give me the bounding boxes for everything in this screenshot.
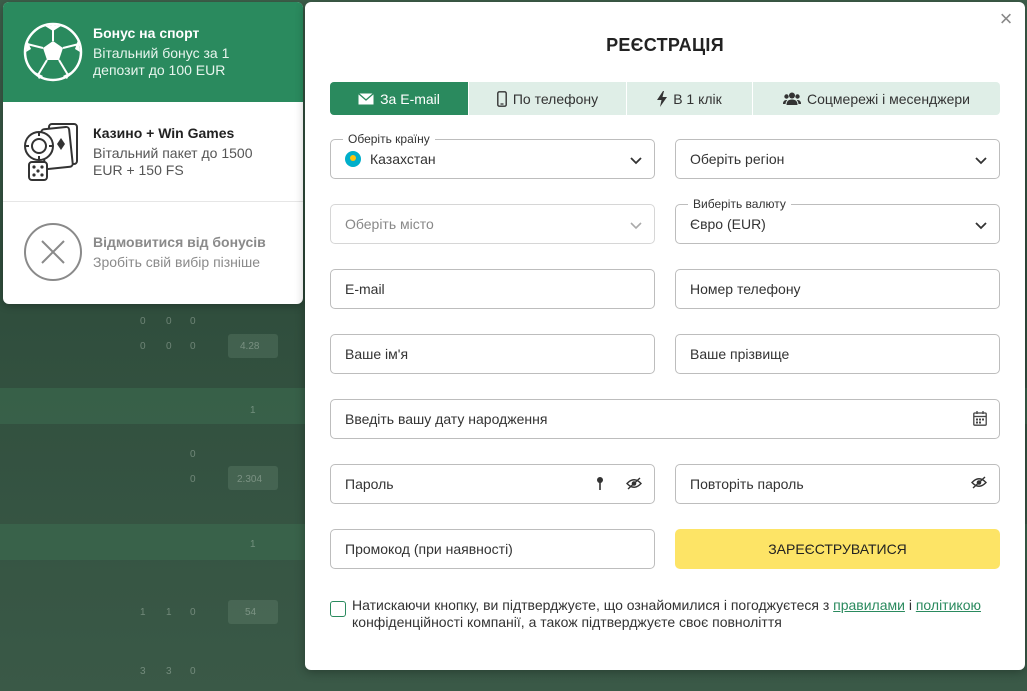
first-name-placeholder: Ваше ім'я [345, 346, 409, 362]
close-circle-icon [23, 222, 83, 282]
background-cell: 0 [166, 341, 172, 352]
chevron-down-icon [630, 153, 642, 169]
consent-text-part: і [904, 597, 916, 613]
region-placeholder: Оберіть регіон [690, 151, 785, 167]
users-icon [783, 92, 802, 105]
background-cell: 1 [140, 607, 146, 618]
background-cell: 0 [190, 316, 196, 327]
envelope-icon [358, 92, 375, 105]
promo-code-field[interactable]: Промокод (при наявності) [330, 529, 655, 569]
background-cell: 1 [250, 405, 256, 416]
country-select[interactable]: Оберіть країну Казахстан [330, 133, 655, 179]
background-cell: 0 [190, 341, 196, 352]
country-label: Оберіть країну [343, 133, 435, 145]
background-cell: 0 [166, 316, 172, 327]
tab-phone[interactable]: По телефону [469, 82, 627, 115]
email-placeholder: E-mail [345, 281, 385, 297]
region-select[interactable]: Оберіть регіон [675, 139, 1000, 179]
promo-placeholder: Промокод (при наявності) [345, 541, 513, 557]
tab-label: В 1 клік [673, 90, 722, 107]
privacy-policy-link[interactable]: політикою [916, 597, 981, 613]
chevron-down-icon [630, 218, 642, 234]
consent-row: Натискаючи кнопку, ви підтверджуєте, що … [330, 597, 1010, 631]
background-cell: 4.28 [240, 341, 260, 352]
background-cell: 0 [190, 666, 196, 677]
password-placeholder: Пароль [345, 476, 394, 492]
bonus-casino-title: Казино + Win Games [93, 124, 235, 141]
tab-social[interactable]: Соцмережі і месенджери [753, 82, 1000, 115]
bonus-sport-title: Бонус на спорт [93, 25, 200, 41]
currency-select[interactable]: Виберіть валюту Євро (EUR) [675, 198, 1000, 244]
password-repeat-placeholder: Повторіть пароль [690, 476, 804, 492]
background-cell: 3 [140, 666, 146, 677]
casino-chips-cards-icon [23, 122, 83, 182]
bonus-option-decline[interactable]: Відмовитися від бонусів Зробіть свій виб… [3, 202, 303, 302]
bonus-panel: Бонус на спорт Вітальний бонус за 1 депо… [3, 2, 303, 304]
background-cell: 3 [166, 666, 172, 677]
chevron-down-icon [975, 218, 987, 234]
tab-one-click[interactable]: В 1 клік [627, 82, 753, 115]
background-cell: 2.304 [237, 474, 263, 485]
consent-text-part: конфіденційності компанії, а також підтв… [352, 614, 782, 630]
background-cell: 0 [190, 474, 196, 485]
consent-text-part: Натискаючи кнопку, ви підтверджуєте, що … [352, 597, 834, 613]
bonus-casino-desc: Вітальний пакет до 1500 EUR + 150 FS [93, 144, 253, 178]
tab-label: Соцмережі і месенджери [807, 90, 970, 107]
last-name-placeholder: Ваше прізвище [690, 346, 790, 362]
background-cell: 0 [140, 341, 146, 352]
phone-icon [496, 90, 507, 107]
currency-label: Виберіть валюту [688, 198, 791, 210]
tab-label: За E-mail [380, 90, 440, 107]
background-cell: 54 [245, 607, 257, 618]
registration-modal: × РЕЄСТРАЦІЯ За E-mail По телефону В 1 к… [305, 2, 1025, 670]
consent-checkbox[interactable] [330, 601, 346, 617]
background-cell: 0 [190, 607, 196, 618]
phone-placeholder: Номер телефону [690, 281, 801, 297]
currency-value: Євро (EUR) [690, 216, 766, 232]
chevron-down-icon [975, 153, 987, 169]
last-name-field[interactable]: Ваше прізвище [675, 334, 1000, 374]
rules-link[interactable]: правилами [833, 597, 905, 613]
background-cell: 1 [250, 539, 256, 550]
password-repeat-field[interactable]: Повторіть пароль [675, 464, 1000, 504]
email-field[interactable]: E-mail [330, 269, 655, 309]
calendar-icon[interactable] [973, 411, 987, 429]
soccer-ball-icon [23, 22, 83, 82]
country-value: Казахстан [370, 151, 436, 167]
bonus-decline-title: Відмовитися від бонусів [93, 233, 266, 250]
modal-title: РЕЄСТРАЦІЯ [606, 35, 724, 55]
close-button[interactable]: × [997, 8, 1015, 30]
kazakhstan-flag-icon [345, 151, 361, 167]
city-placeholder: Оберіть місто [345, 216, 434, 232]
bonus-option-casino[interactable]: Казино + Win Games Вітальний пакет до 15… [3, 102, 303, 202]
background-cell: 1 [166, 607, 172, 618]
consent-text: Натискаючи кнопку, ви підтверджуєте, що … [352, 597, 1010, 631]
eye-hidden-icon[interactable] [971, 476, 987, 492]
tab-label: По телефону [512, 90, 599, 107]
eye-hidden-icon[interactable] [626, 477, 642, 493]
register-button[interactable]: ЗАРЕЄСТРУВАТИСЯ [675, 529, 1000, 569]
lightning-icon [657, 90, 668, 107]
birthdate-field[interactable]: Введіть вашу дату народження [330, 399, 1000, 439]
city-select[interactable]: Оберіть місто [330, 204, 655, 244]
bonus-sport-desc: Вітальний бонус за 1 депозит до 100 EUR [93, 45, 230, 78]
phone-field[interactable]: Номер телефону [675, 269, 1000, 309]
first-name-field[interactable]: Ваше ім'я [330, 334, 655, 374]
bonus-decline-desc: Зробіть свій вибір пізніше [93, 253, 261, 270]
bonus-option-sport[interactable]: Бонус на спорт Вітальний бонус за 1 депо… [3, 2, 303, 102]
background-cell: 0 [190, 449, 196, 460]
registration-tabs: За E-mail По телефону В 1 клік Соцмережі… [330, 82, 1000, 115]
birthdate-placeholder: Введіть вашу дату народження [345, 411, 548, 427]
password-generate-icon[interactable] [596, 476, 604, 494]
background-cell: 0 [140, 316, 146, 327]
tab-email[interactable]: За E-mail [330, 82, 469, 115]
password-field[interactable]: Пароль [330, 464, 655, 504]
